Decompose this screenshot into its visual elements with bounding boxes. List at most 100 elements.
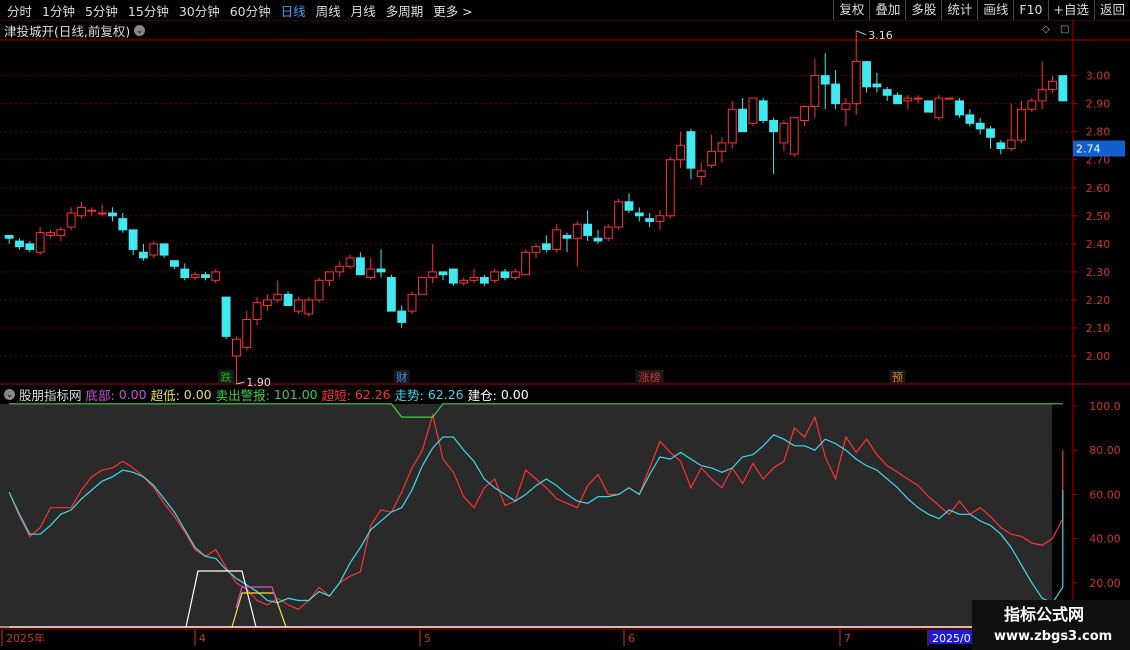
candle-body: [583, 223, 593, 236]
candle-body: [779, 122, 789, 144]
candle-body: [686, 131, 696, 169]
candle-body: [324, 271, 334, 281]
candle-body: [149, 243, 159, 256]
candle-body: [562, 234, 572, 239]
candle-body: [727, 108, 737, 144]
candle-body: [769, 119, 779, 133]
candle-body: [77, 206, 86, 217]
candle-body: [1037, 89, 1047, 102]
candle-body: [15, 240, 24, 248]
date-label: 4: [199, 632, 206, 645]
event-marker: 跌: [221, 370, 232, 384]
candle-body: [366, 268, 376, 278]
candle-body: [139, 251, 148, 259]
candle-body: [1058, 75, 1068, 102]
price-tick-label: 2.50: [1086, 210, 1111, 223]
event-marker: 财: [396, 370, 407, 384]
candle-body: [97, 212, 107, 215]
candle-body: [87, 209, 97, 212]
price-tick-label: 2.10: [1086, 322, 1111, 335]
candle-body: [676, 145, 686, 161]
high-label: 3.16: [868, 29, 893, 42]
candle-body: [521, 251, 531, 276]
indicator-tick-label: 40.00: [1089, 533, 1121, 546]
candle-body: [490, 271, 500, 281]
watermark-line2: www.zbgs3.com: [994, 629, 1112, 644]
candle-body: [882, 89, 892, 96]
candle-body: [252, 302, 262, 321]
candle-body: [707, 150, 717, 166]
candle-body: [603, 226, 613, 239]
candle-body: [180, 268, 190, 278]
date-label: 6: [628, 632, 635, 645]
price-tick-label: 2.40: [1086, 238, 1111, 251]
candle-body: [170, 260, 179, 267]
price-tick-label: 3.00: [1086, 70, 1111, 83]
candle-body: [159, 243, 169, 256]
candle-body: [314, 279, 324, 301]
candle-body: [696, 170, 706, 178]
candle-body: [572, 223, 582, 239]
candle-body: [872, 83, 882, 88]
candle-body: [211, 271, 221, 281]
candle-body: [624, 201, 634, 211]
candle-body: [924, 100, 933, 113]
indicator-tick-label: 60.00: [1089, 488, 1121, 501]
candle-body: [531, 246, 541, 253]
candle-body: [996, 142, 1006, 150]
candle-body: [428, 271, 438, 278]
event-marker: 涨榜: [639, 370, 661, 384]
candle-body: [335, 265, 345, 273]
candle-body: [128, 229, 138, 250]
candle-body: [376, 268, 386, 273]
candle-body: [500, 271, 510, 278]
candle-body: [262, 299, 272, 307]
candle-body: [510, 271, 520, 278]
candle-body: [283, 293, 293, 307]
candle-body: [1027, 100, 1037, 110]
candle-body: [738, 108, 748, 133]
candle-body: [944, 97, 954, 100]
candle-body: [934, 97, 944, 119]
low-label: 1.90: [246, 376, 271, 389]
indicator-panel-bg: [0, 404, 1052, 628]
candle-body: [655, 215, 665, 222]
candle-body: [4, 234, 14, 239]
candle-body: [386, 276, 396, 312]
candle-body: [345, 257, 355, 267]
candle-body: [35, 232, 45, 253]
candle-body: [1048, 80, 1057, 91]
kline-chart[interactable]: 3.002.902.802.702.602.502.402.302.202.10…: [0, 0, 1130, 650]
candle-body: [479, 276, 489, 284]
indicator-tick-label: 80.00: [1089, 444, 1121, 457]
price-tick-label: 2.20: [1086, 294, 1111, 307]
candle-body: [717, 142, 727, 152]
candle-body: [1017, 108, 1026, 141]
candle-body: [46, 232, 55, 236]
candle-body: [541, 243, 551, 250]
candle-body: [438, 271, 448, 276]
candle-body: [862, 61, 871, 88]
event-marker: 预: [892, 371, 903, 384]
candle-body: [820, 75, 830, 85]
current-price-label: 2.74: [1076, 143, 1101, 156]
candle-body: [448, 268, 458, 284]
candle-body: [903, 97, 913, 102]
candle-body: [841, 103, 851, 110]
candle-body: [108, 212, 117, 217]
candle-body: [645, 218, 655, 222]
candle-body: [913, 97, 923, 100]
candle-body: [893, 94, 902, 105]
candle-body: [965, 114, 975, 124]
price-tick-label: 2.60: [1086, 182, 1111, 195]
date-label: 7: [844, 632, 851, 645]
candle-body: [407, 293, 417, 312]
candle-body: [810, 75, 820, 107]
candle-body: [975, 122, 985, 130]
candle-body: [955, 100, 964, 116]
high-pointer: [856, 30, 867, 36]
candle-body: [614, 201, 624, 228]
price-tick-label: 2.30: [1086, 266, 1111, 279]
price-tick-label: 2.80: [1086, 126, 1111, 139]
candle-body: [118, 218, 128, 231]
